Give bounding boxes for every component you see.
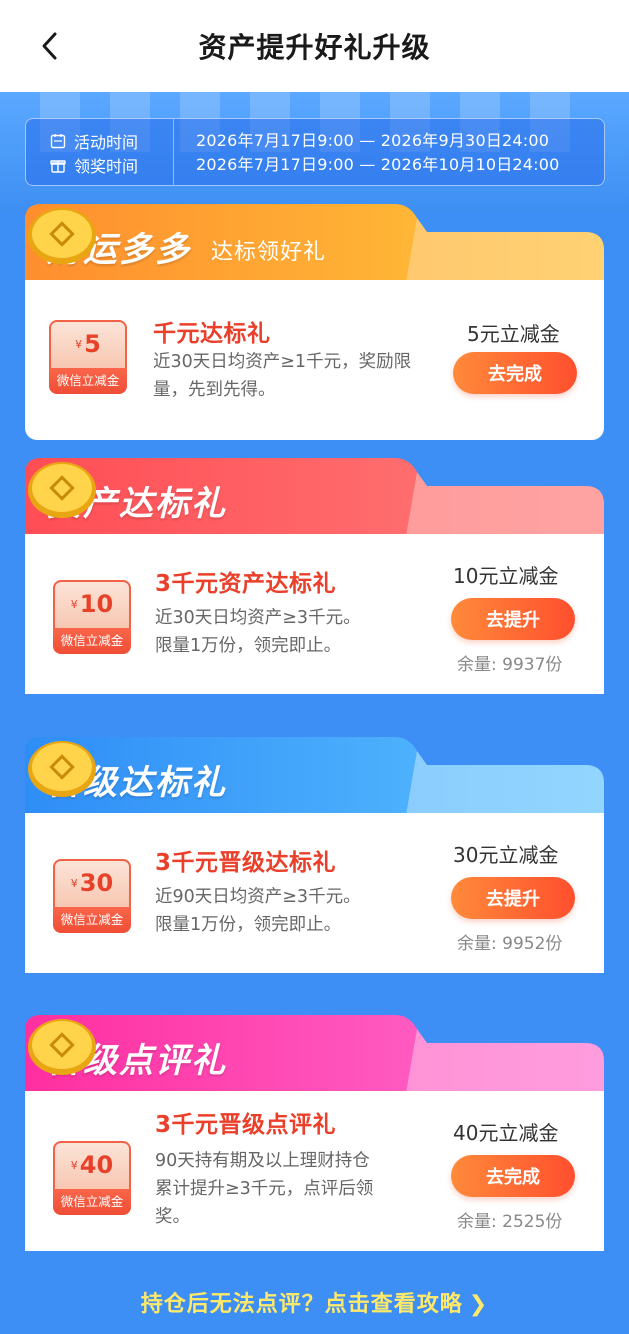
strategy-link[interactable]: 持仓后无法点评？点击查看攻略 ❯ (0, 1286, 629, 1318)
section-upgrade: 晋级达标礼 ¥30 微信立减金 3千元晋级达标礼 近90天日均资产≥3千元。 限… (25, 737, 604, 973)
offer-description: 累计提升≥3千元，点评后领 (155, 1179, 374, 1199)
offer-description: 限量1万份，领完即止。 (155, 636, 342, 656)
stock-remaining: 余量: 9952份 (457, 934, 563, 954)
activity-time-panel: 活动时间 领奖时间 2026年7月17日9:00 — 2026年9月30日24:… (25, 118, 605, 186)
section-wealth: 财运多多 达标领好礼 ¥5 微信立减金 千元达标礼 近30天日均资产≥1千元，奖… (25, 204, 604, 440)
offer-card: ¥40 微信立减金 3千元晋级点评礼 90天持有期及以上理财持仓 累计提升≥3千… (25, 1091, 604, 1251)
reward-label: 5元立减金 (467, 322, 560, 346)
coupon-label: 微信立减金 (53, 907, 131, 933)
strategy-link-text: 持仓后无法点评？点击查看攻略 (140, 1292, 463, 1317)
coupon-label: 微信立减金 (53, 628, 131, 654)
section-review: 晋级点评礼 ¥40 微信立减金 3千元晋级点评礼 90天持有期及以上理财持仓 累… (25, 1015, 604, 1251)
back-button[interactable] (30, 26, 70, 66)
coin-icon (28, 208, 96, 264)
activity-time-value: 2026年7月17日9:00 — 2026年9月30日24:00 (196, 131, 550, 150)
offer-card: ¥10 微信立减金 3千元资产达标礼 近30天日均资产≥3千元。 限量1万份，领… (25, 534, 604, 694)
stock-remaining: 余量: 2525份 (457, 1212, 563, 1232)
complete-button[interactable]: 去完成 (453, 352, 577, 394)
coupon-amount: 30 (79, 869, 114, 897)
stock-remaining: 余量: 9937份 (457, 655, 563, 675)
reward-label: 40元立减金 (453, 1121, 559, 1145)
offer-description: 量，先到先得。 (153, 380, 276, 400)
wechat-coupon-badge: ¥40 微信立减金 (53, 1141, 131, 1215)
coin-icon (28, 741, 96, 797)
offer-card: ¥5 微信立减金 千元达标礼 近30天日均资产≥1千元，奖励限 量，先到先得。 … (25, 280, 604, 440)
coin-icon (28, 462, 96, 518)
offer-title: 3千元晋级点评礼 (155, 1112, 337, 1138)
offer-description: 近30天日均资产≥1千元，奖励限 (153, 352, 412, 372)
wechat-coupon-badge: ¥5 微信立减金 (49, 320, 127, 394)
page-title: 资产提升好礼升级 (198, 31, 431, 64)
offer-description: 奖。 (155, 1207, 190, 1227)
gift-icon (50, 160, 66, 173)
wechat-coupon-badge: ¥10 微信立减金 (53, 580, 131, 654)
upgrade-button[interactable]: 去提升 (451, 598, 575, 640)
calendar-icon (50, 134, 66, 149)
section-subtitle: 达标领好礼 (211, 240, 327, 265)
offer-description: 90天持有期及以上理财持仓 (155, 1151, 370, 1171)
complete-button[interactable]: 去完成 (451, 1155, 575, 1197)
navigation-bar: 资产提升好礼升级 (0, 0, 629, 92)
chevron-right-icon: ❯ (468, 1292, 489, 1317)
offer-card: ¥30 微信立减金 3千元晋级达标礼 近90天日均资产≥3千元。 限量1万份，领… (25, 813, 604, 973)
offer-description: 近30天日均资产≥3千元。 (155, 608, 361, 628)
coupon-label: 微信立减金 (49, 368, 127, 394)
coin-icon (28, 1019, 96, 1075)
offer-description: 近90天日均资产≥3千元。 (155, 887, 361, 907)
offer-title: 千元达标礼 (153, 321, 271, 347)
activity-time-label: 活动时间 (74, 133, 139, 152)
upgrade-button[interactable]: 去提升 (451, 877, 575, 919)
coupon-label: 微信立减金 (53, 1189, 131, 1215)
section-asset: 资产达标礼 ¥10 微信立减金 3千元资产达标礼 近30天日均资产≥3千元。 限… (25, 458, 604, 694)
offer-title: 3千元晋级达标礼 (155, 850, 337, 876)
chevron-left-icon (42, 32, 57, 60)
offer-title: 3千元资产达标礼 (155, 571, 337, 597)
claim-time-label: 领奖时间 (74, 157, 139, 176)
reward-label: 30元立减金 (453, 843, 559, 867)
coupon-amount: 10 (79, 590, 114, 618)
offer-description: 限量1万份，领完即止。 (155, 915, 342, 935)
coupon-amount: 40 (79, 1151, 114, 1179)
claim-time-value: 2026年7月17日9:00 — 2026年10月10日24:00 (196, 155, 560, 174)
coupon-amount: 5 (84, 330, 101, 358)
reward-label: 10元立减金 (453, 564, 559, 588)
wechat-coupon-badge: ¥30 微信立减金 (53, 859, 131, 933)
